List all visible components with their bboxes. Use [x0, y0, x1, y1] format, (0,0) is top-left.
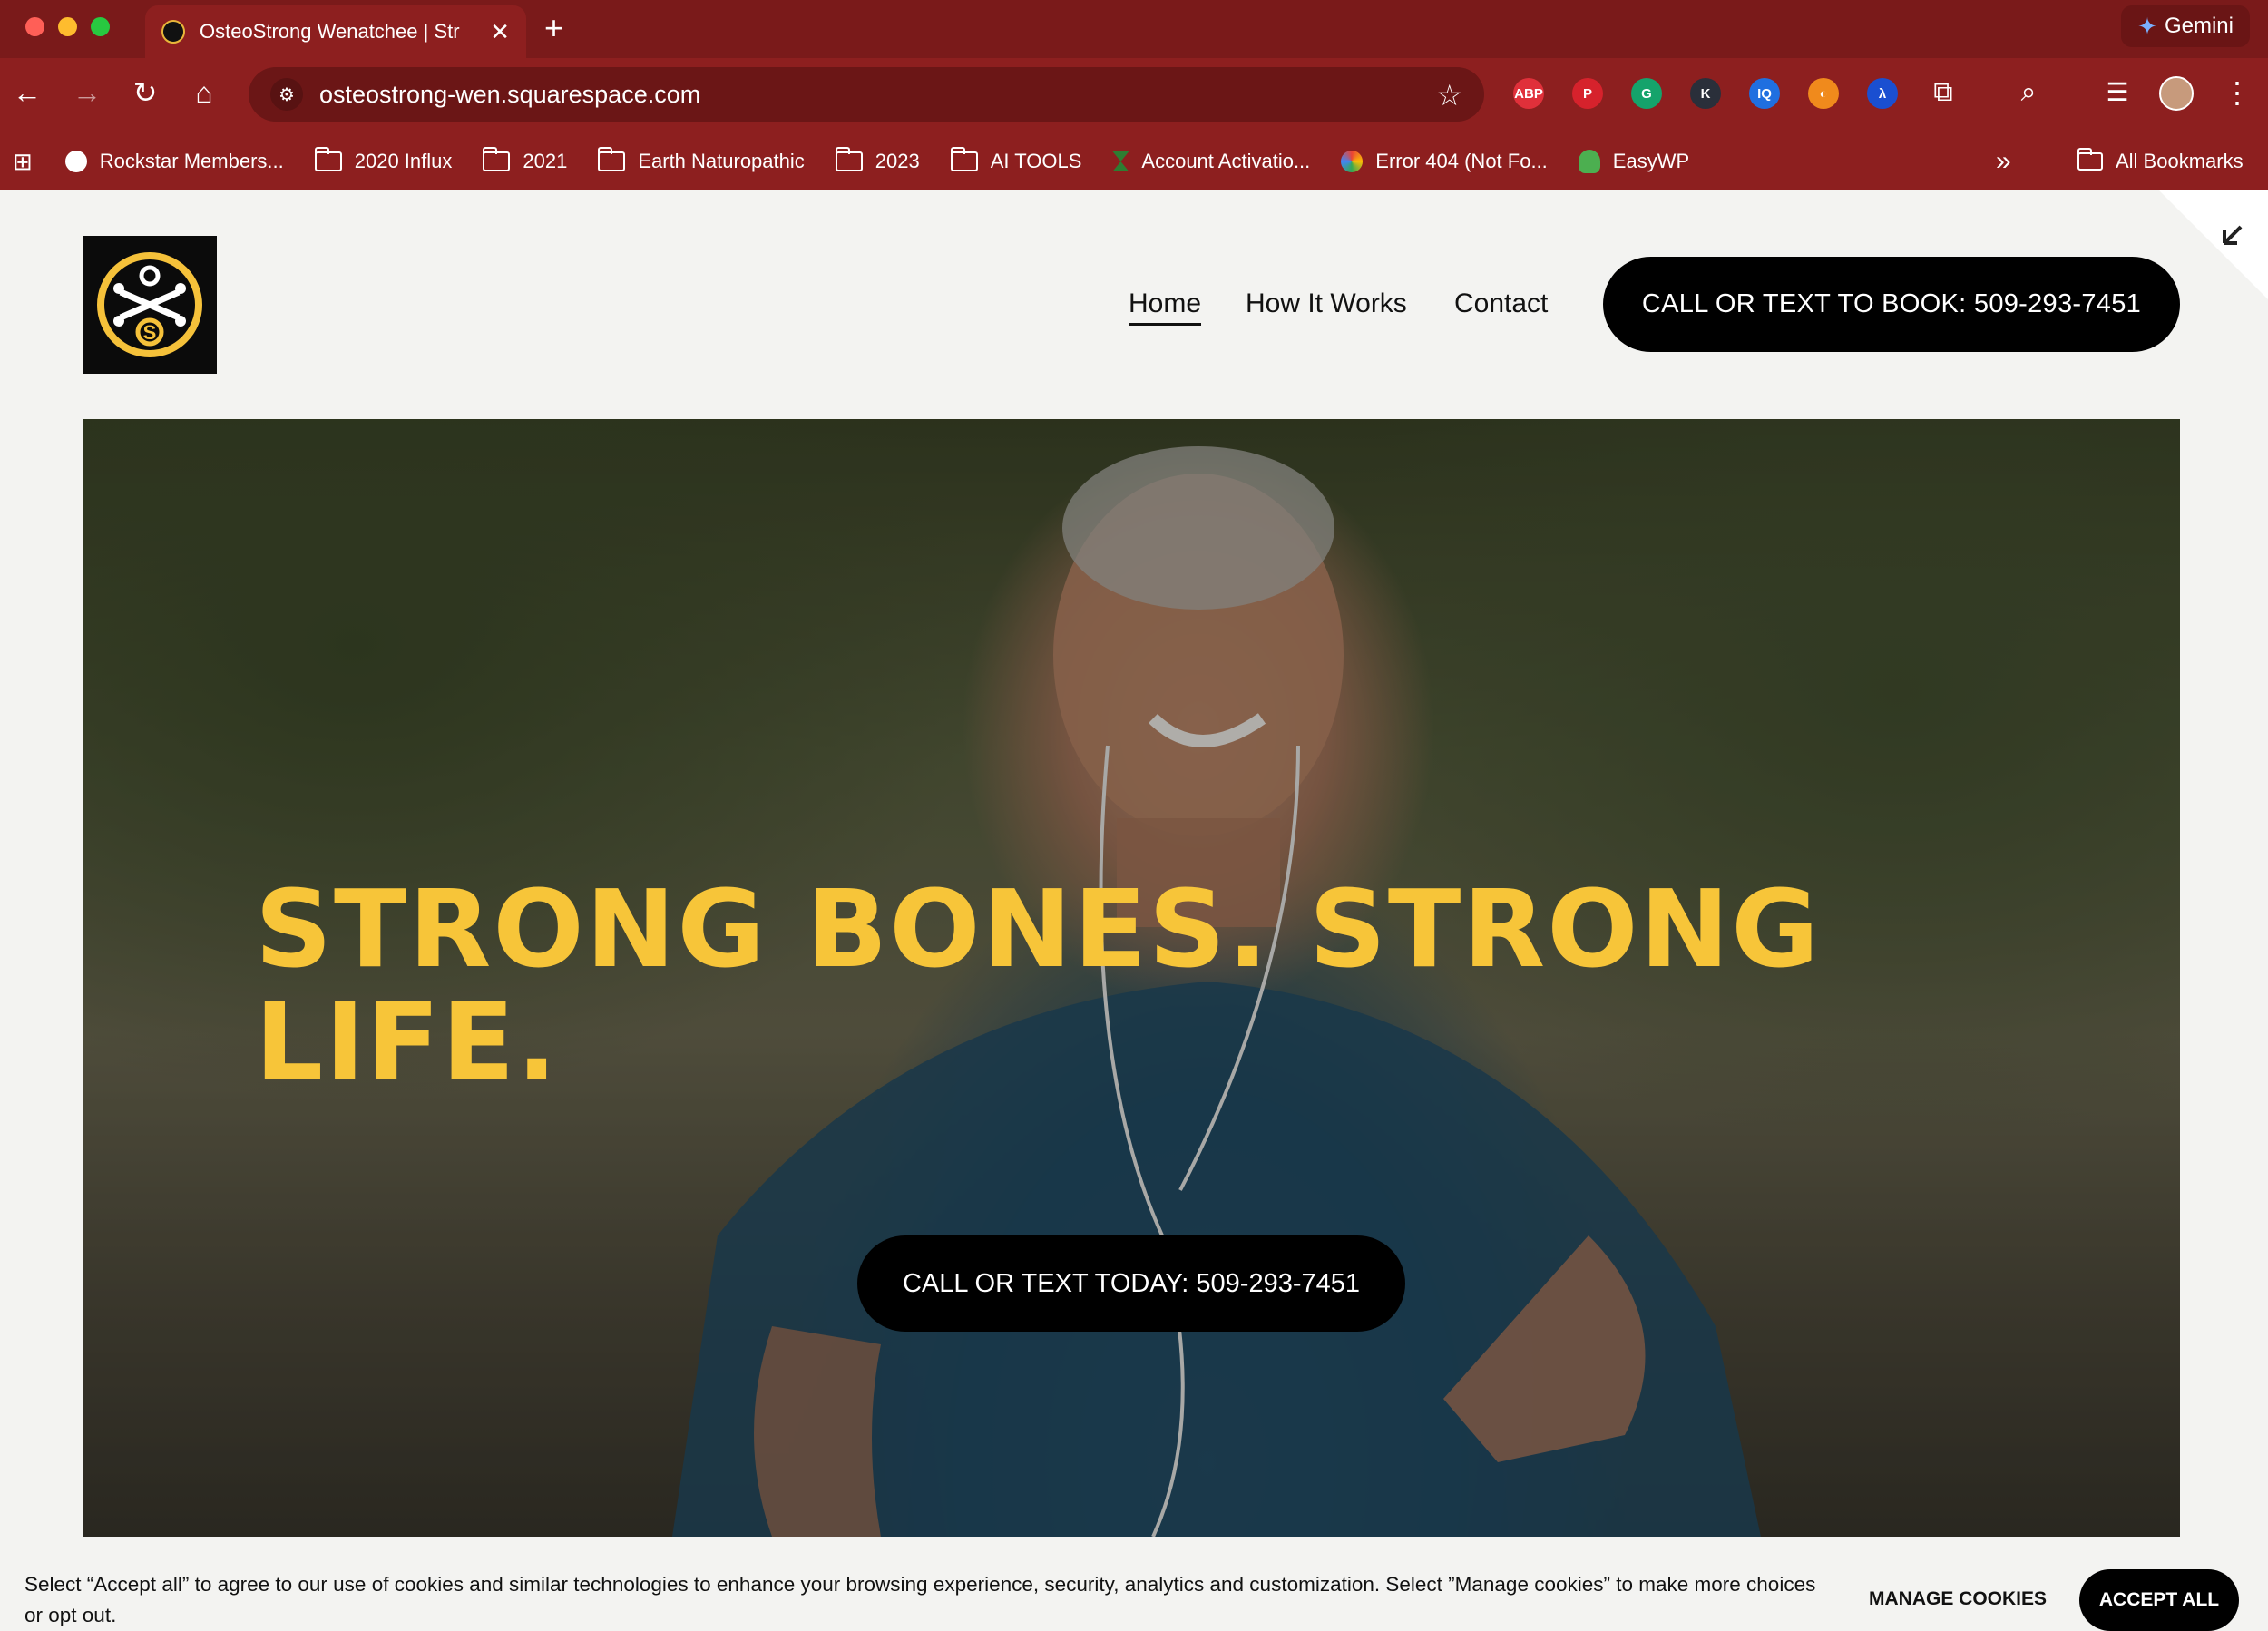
- k-extension-icon[interactable]: K: [1690, 78, 1721, 109]
- cookie-banner-text: Select “Accept all” to agree to our use …: [24, 1573, 1816, 1626]
- gemini-button[interactable]: ✦ Gemini: [2121, 5, 2250, 47]
- bookmark-label: 2020 Influx: [354, 150, 453, 172]
- forward-icon[interactable]: →: [69, 74, 105, 111]
- extensions-puzzle-icon[interactable]: ⧉: [1925, 74, 1961, 111]
- browser-toolbar: ← → ↻ ⌂ ⚙ osteostrong-wen.squarespace.co…: [0, 58, 2268, 132]
- close-window-button[interactable]: [25, 17, 44, 36]
- reload-icon[interactable]: ↻: [127, 74, 163, 111]
- orange-extension-icon[interactable]: ◐: [1808, 78, 1839, 109]
- folder-icon: [314, 147, 342, 171]
- all-bookmarks-button[interactable]: All Bookmarks: [2077, 148, 2244, 173]
- bookmark-item[interactable]: EasyWP: [1578, 150, 1690, 173]
- apps-grid-icon[interactable]: ⊞: [13, 148, 33, 176]
- all-bookmarks-label: All Bookmarks: [2116, 150, 2244, 172]
- osteostrong-favicon-icon: [161, 20, 185, 44]
- folder-icon: [950, 147, 978, 171]
- bookmark-label: Error 404 (Not Fo...: [1375, 150, 1548, 172]
- bookmarks-overflow-icon[interactable]: »: [1996, 146, 2011, 177]
- octopus-icon: [1578, 150, 1600, 173]
- hero-call-button[interactable]: CALL OR TEXT TODAY: 509-293-7451: [857, 1235, 1405, 1332]
- bookmark-item[interactable]: 2023: [835, 147, 920, 173]
- bookmarks-bar: ⊞ Rockstar Members... 2020 Influx 2021 Eart…: [0, 132, 2268, 190]
- accept-all-button[interactable]: ACCEPT ALL: [2079, 1569, 2239, 1631]
- address-bar[interactable]: ⚙ osteostrong-wen.squarespace.com ☆: [249, 67, 1484, 122]
- browser-chrome: OsteoStrong Wenatchee | Str ✕ + ✦ Gemini…: [0, 0, 2268, 190]
- bookmark-item[interactable]: 2020 Influx: [314, 147, 453, 173]
- logo-letter: S: [143, 321, 157, 344]
- cookie-banner: Select “Accept all” to agree to our use …: [0, 1551, 2268, 1631]
- manage-cookies-button[interactable]: MANAGE COOKIES: [1869, 1588, 2047, 1610]
- adblock-plus-icon[interactable]: ABP: [1513, 78, 1544, 109]
- tab-title: OsteoStrong Wenatchee | Str: [200, 20, 460, 43]
- call-to-book-button[interactable]: CALL OR TEXT TO BOOK: 509-293-7451: [1603, 257, 2180, 352]
- iq-extension-icon[interactable]: IQ: [1749, 78, 1780, 109]
- folder-icon: [483, 147, 511, 171]
- back-icon[interactable]: ←: [9, 74, 45, 111]
- nav-contact-link[interactable]: Contact: [1454, 288, 1548, 319]
- collapse-corner-icon[interactable]: [2159, 190, 2268, 299]
- grammarly-icon[interactable]: G: [1631, 78, 1662, 109]
- profile-avatar[interactable]: [2159, 76, 2194, 111]
- bookmark-label: AI TOOLS: [990, 150, 1082, 172]
- bookmark-list: Rockstar Members... 2020 Influx 2021 Earth …: [64, 147, 1720, 173]
- hourglass-icon: [1112, 151, 1129, 171]
- url-text[interactable]: osteostrong-wen.squarespace.com: [319, 81, 700, 109]
- pinwheel-icon: [1341, 151, 1364, 172]
- globe-icon: [64, 151, 87, 172]
- new-tab-button[interactable]: +: [544, 9, 563, 47]
- tab-close-icon[interactable]: ✕: [490, 18, 510, 46]
- bookmark-label: 2023: [875, 150, 920, 172]
- bookmark-label: Account Activatio...: [1141, 150, 1311, 172]
- hero-title-line-2: LIFE.: [255, 979, 560, 1104]
- folder-icon: [2077, 148, 2103, 171]
- hero-banner: STRONG BONES. STRONG LIFE. CALL OR TEXT …: [83, 419, 2180, 1537]
- bookmark-star-icon[interactable]: ☆: [1436, 78, 1462, 112]
- bookmark-item[interactable]: Error 404 (Not Fo...: [1341, 150, 1548, 173]
- pinterest-icon[interactable]: P: [1572, 78, 1603, 109]
- gemini-sparkle-icon: ✦: [2137, 12, 2157, 40]
- osteostrong-logo[interactable]: S: [83, 236, 217, 374]
- bookmark-label: Rockstar Members...: [99, 150, 284, 172]
- bookmark-item[interactable]: 2021: [483, 147, 568, 173]
- bookmark-label: EasyWP: [1612, 150, 1690, 172]
- menu-kebab-icon[interactable]: ⋮: [2219, 74, 2255, 111]
- nav-how-it-works-link[interactable]: How It Works: [1246, 288, 1407, 319]
- folder-icon: [598, 147, 626, 171]
- bookmark-item[interactable]: Earth Naturopathic: [598, 147, 805, 173]
- minimize-window-button[interactable]: [58, 17, 77, 36]
- tab-strip: OsteoStrong Wenatchee | Str ✕ + ✦ Gemini: [0, 0, 2268, 58]
- web-page: S Home How It Works Contact CALL OR TEXT…: [0, 190, 2268, 1631]
- site-info-icon[interactable]: ⚙: [270, 78, 303, 111]
- bookmark-item[interactable]: AI TOOLS: [950, 147, 1082, 173]
- nav-home-link[interactable]: Home: [1129, 288, 1202, 326]
- bookmark-item[interactable]: Rockstar Members...: [64, 150, 284, 173]
- bookmark-label: Earth Naturopathic: [638, 150, 805, 172]
- maximize-window-button[interactable]: [91, 17, 110, 36]
- home-icon[interactable]: ⌂: [186, 74, 222, 111]
- bookmark-label: 2021: [523, 150, 568, 172]
- hero-title: STRONG BONES. STRONG LIFE.: [255, 873, 1888, 1098]
- reading-list-icon[interactable]: ☰: [2099, 74, 2136, 111]
- bookmark-item[interactable]: Account Activatio...: [1112, 150, 1310, 173]
- hero-title-line-1: STRONG BONES. STRONG: [255, 866, 1822, 991]
- lambda-extension-icon[interactable]: λ: [1867, 78, 1898, 109]
- tab-search-icon[interactable]: ⌕: [2010, 74, 2047, 111]
- gemini-label: Gemini: [2164, 14, 2234, 38]
- active-tab[interactable]: OsteoStrong Wenatchee | Str ✕: [145, 5, 526, 58]
- folder-icon: [835, 147, 863, 171]
- osteostrong-logo-mark: S: [97, 252, 202, 357]
